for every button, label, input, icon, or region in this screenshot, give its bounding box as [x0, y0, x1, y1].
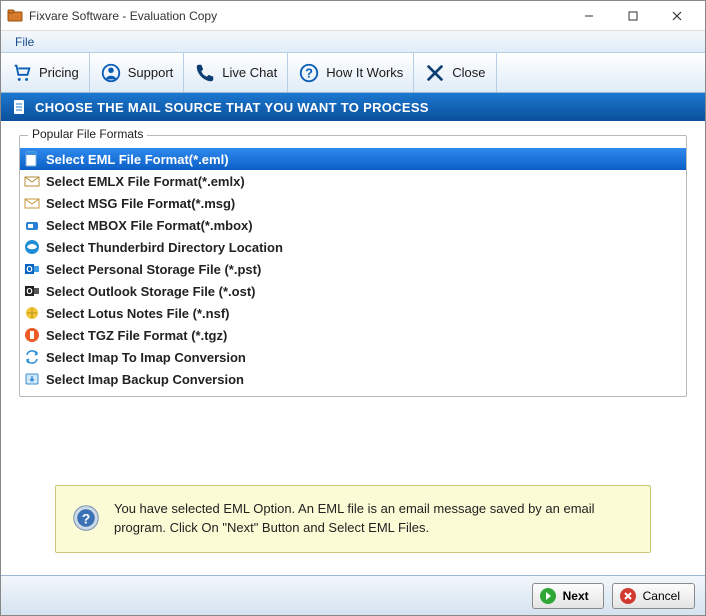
format-mbox[interactable]: Select MBOX File Format(*.mbox) [20, 214, 686, 236]
thunderbird-icon [24, 239, 40, 255]
header-text: CHOOSE THE MAIL SOURCE THAT YOU WANT TO … [35, 100, 429, 115]
pricing-button[interactable]: Pricing [1, 53, 90, 92]
cart-icon [11, 62, 33, 84]
maximize-button[interactable] [611, 2, 655, 30]
format-label: Select Lotus Notes File (*.nsf) [46, 306, 229, 321]
close-label: Close [452, 65, 485, 80]
close-window-button[interactable] [655, 2, 699, 30]
livechat-button[interactable]: Live Chat [184, 53, 288, 92]
format-tgz[interactable]: Select TGZ File Format (*.tgz) [20, 324, 686, 346]
svg-text:O: O [26, 265, 32, 274]
format-imap-to-imap[interactable]: Select Imap To Imap Conversion [20, 346, 686, 368]
format-thunderbird[interactable]: Select Thunderbird Directory Location [20, 236, 686, 258]
file-icon [24, 151, 40, 167]
format-label: Select MSG File Format(*.msg) [46, 196, 235, 211]
window-title: Fixvare Software - Evaluation Copy [29, 9, 567, 23]
format-ost[interactable]: O Select Outlook Storage File (*.ost) [20, 280, 686, 302]
format-label: Select Imap To Imap Conversion [46, 350, 246, 365]
support-button[interactable]: Support [90, 53, 185, 92]
header-bar: CHOOSE THE MAIL SOURCE THAT YOU WANT TO … [1, 93, 705, 121]
cancel-button[interactable]: Cancel [612, 583, 695, 609]
format-label: Select EML File Format(*.eml) [46, 152, 229, 167]
toolbar: Pricing Support Live Chat ? How It Works… [1, 53, 705, 93]
svg-text:?: ? [305, 65, 313, 80]
archive-icon [24, 327, 40, 343]
minimize-button[interactable] [567, 2, 611, 30]
format-label: Select Outlook Storage File (*.ost) [46, 284, 255, 299]
close-button[interactable]: Close [414, 53, 496, 92]
footer: Next Cancel [1, 575, 705, 615]
support-icon [100, 62, 122, 84]
outlook-dark-icon: O [24, 283, 40, 299]
format-msg[interactable]: Select MSG File Format(*.msg) [20, 192, 686, 214]
formats-groupbox: Popular File Formats Select EML File For… [19, 135, 687, 397]
pricing-label: Pricing [39, 65, 79, 80]
phone-icon [194, 62, 216, 84]
format-imap-backup[interactable]: Select Imap Backup Conversion [20, 368, 686, 390]
menubar: File [1, 31, 705, 53]
format-pst[interactable]: O Select Personal Storage File (*.pst) [20, 258, 686, 280]
svg-text:O: O [26, 287, 32, 296]
lotus-icon [24, 305, 40, 321]
app-icon [7, 8, 23, 24]
howitworks-button[interactable]: ? How It Works [288, 53, 414, 92]
document-icon [11, 99, 27, 115]
svg-text:?: ? [82, 511, 91, 527]
howitworks-label: How It Works [326, 65, 403, 80]
format-label: Select Thunderbird Directory Location [46, 240, 283, 255]
livechat-label: Live Chat [222, 65, 277, 80]
titlebar: Fixvare Software - Evaluation Copy [1, 1, 705, 31]
cancel-x-icon [619, 587, 637, 605]
window-controls [567, 2, 699, 30]
next-button[interactable]: Next [532, 583, 604, 609]
groupbox-title: Popular File Formats [28, 127, 147, 141]
envelope-icon [24, 173, 40, 189]
format-eml[interactable]: Select EML File Format(*.eml) [20, 148, 686, 170]
format-label: Select Personal Storage File (*.pst) [46, 262, 261, 277]
format-list: Select EML File Format(*.eml) Select EML… [20, 148, 686, 390]
info-text: You have selected EML Option. An EML fil… [114, 500, 634, 538]
mailbox-icon [24, 217, 40, 233]
support-label: Support [128, 65, 174, 80]
outlook-icon: O [24, 261, 40, 277]
next-arrow-icon [539, 587, 557, 605]
close-icon [424, 62, 446, 84]
next-label: Next [563, 589, 589, 603]
envelope-icon [24, 195, 40, 211]
question-icon: ? [298, 62, 320, 84]
info-box: ? You have selected EML Option. An EML f… [55, 485, 651, 553]
info-icon: ? [72, 504, 100, 532]
main-content: Popular File Formats Select EML File For… [1, 121, 705, 575]
format-nsf[interactable]: Select Lotus Notes File (*.nsf) [20, 302, 686, 324]
format-label: Select EMLX File Format(*.emlx) [46, 174, 245, 189]
menu-file[interactable]: File [7, 33, 42, 51]
cancel-label: Cancel [643, 589, 680, 603]
format-label: Select MBOX File Format(*.mbox) [46, 218, 253, 233]
backup-icon [24, 371, 40, 387]
format-label: Select TGZ File Format (*.tgz) [46, 328, 227, 343]
format-label: Select Imap Backup Conversion [46, 372, 244, 387]
format-emlx[interactable]: Select EMLX File Format(*.emlx) [20, 170, 686, 192]
sync-icon [24, 349, 40, 365]
